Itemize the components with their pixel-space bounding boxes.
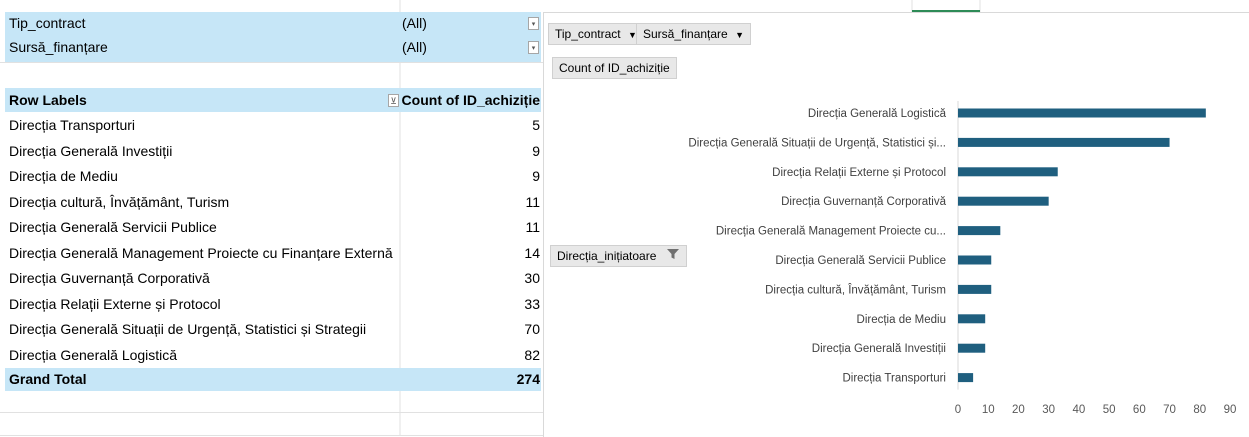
grand-total-value: 274 (516, 371, 540, 387)
pivot-chart[interactable]: Tip_contract ▼ Sursă_finanțare ▼ Count o… (543, 12, 1249, 437)
x-tick-label: 20 (1012, 404, 1025, 416)
category-label: Direcția Generală Logistică (808, 108, 947, 120)
category-label: Direcția cultură, Învățământ, Turism (765, 283, 946, 296)
x-tick-label: 90 (1224, 404, 1237, 416)
filter-field-tip-contract: Tip_contract (9, 15, 86, 31)
bar[interactable] (958, 167, 1058, 177)
x-tick-label: 0 (955, 404, 961, 416)
bar[interactable] (958, 255, 992, 265)
bar[interactable] (958, 196, 1049, 206)
pivot-row-label: Direcția cultură, Învățământ, Turism (9, 193, 230, 210)
grand-total-label: Grand Total (9, 371, 87, 387)
filter-field-sursa-finantare: Sursă_finanțare (9, 39, 108, 55)
category-label: Direcția Relații Externe și Protocol (772, 167, 946, 179)
category-label: Direcția Generală Management Proiecte cu… (716, 226, 946, 238)
category-label: Direcția Generală Servicii Publice (775, 255, 946, 267)
pivot-row-label: Direcția Generală Logistică (9, 346, 178, 363)
filter-value-tip-contract: (All) (402, 15, 427, 31)
bar-chart-plot: Direcția Generală Logistică Direcția Gene… (688, 101, 1237, 416)
pivot-row-count: 9 (532, 168, 540, 184)
bar[interactable] (958, 226, 1001, 236)
pivot-row-count: 82 (524, 346, 540, 363)
bar[interactable] (958, 137, 1170, 147)
pivot-row-label: Direcția de Mediu (9, 168, 118, 184)
row-labels-filter-icon[interactable]: ⊻ (388, 94, 399, 107)
row-labels-header: Row Labels (9, 92, 87, 108)
pivot-row-count: 70 (524, 321, 540, 337)
bar[interactable] (958, 373, 974, 383)
pivot-row-label: Direcția Generală Management Proiecte cu… (9, 244, 393, 261)
category-label: Direcția Guvernanță Corporativă (781, 196, 947, 208)
pivot-row-label: Direcția Relații Externe și Protocol (9, 295, 221, 312)
pivot-row-count: 11 (525, 219, 540, 235)
count-header: Count of ID_achiziție (401, 92, 540, 108)
pivot-row-count: 14 (524, 244, 540, 261)
category-label: Direcția Generală Situații de Urgență, S… (688, 137, 946, 149)
category-label: Direcția Generală Investiții (812, 343, 946, 355)
bar[interactable] (958, 108, 1206, 118)
x-tick-label: 80 (1193, 404, 1206, 416)
x-tick-label: 60 (1133, 404, 1146, 416)
x-tick-label: 10 (982, 404, 995, 416)
pivot-row-label: Direcția Guvernanță Corporativă (9, 270, 210, 286)
bar[interactable] (958, 314, 986, 324)
pivot-row-label: Direcția Transporturi (9, 117, 136, 133)
x-tick-label: 50 (1103, 404, 1116, 416)
pivot-row-label: Direcția Generală Servicii Publice (9, 219, 217, 235)
bar[interactable] (958, 343, 986, 353)
filter-value-sursa-finantare: (All) (402, 39, 427, 55)
x-tick-label: 40 (1072, 404, 1085, 416)
filter-dropdown-sursa-finantare[interactable]: ▾ (528, 41, 539, 54)
category-label: Direcția Transporturi (842, 373, 946, 385)
x-tick-label: 70 (1163, 404, 1176, 416)
pivot-row-count: 11 (525, 193, 540, 210)
pivot-row-count: 5 (532, 117, 540, 133)
bar[interactable] (958, 284, 992, 294)
pivot-row-count: 30 (524, 270, 540, 286)
x-tick-label: 30 (1042, 404, 1055, 416)
category-label: Direcția de Mediu (857, 314, 946, 326)
pivot-row-count: 9 (532, 142, 540, 159)
filter-dropdown-tip-contract[interactable]: ▾ (528, 17, 539, 30)
pivot-row-count: 33 (524, 295, 540, 312)
pivot-row-label: Direcția Generală Investiții (9, 142, 173, 159)
pivot-row-label: Direcția Generală Situații de Urgență, S… (9, 321, 367, 337)
